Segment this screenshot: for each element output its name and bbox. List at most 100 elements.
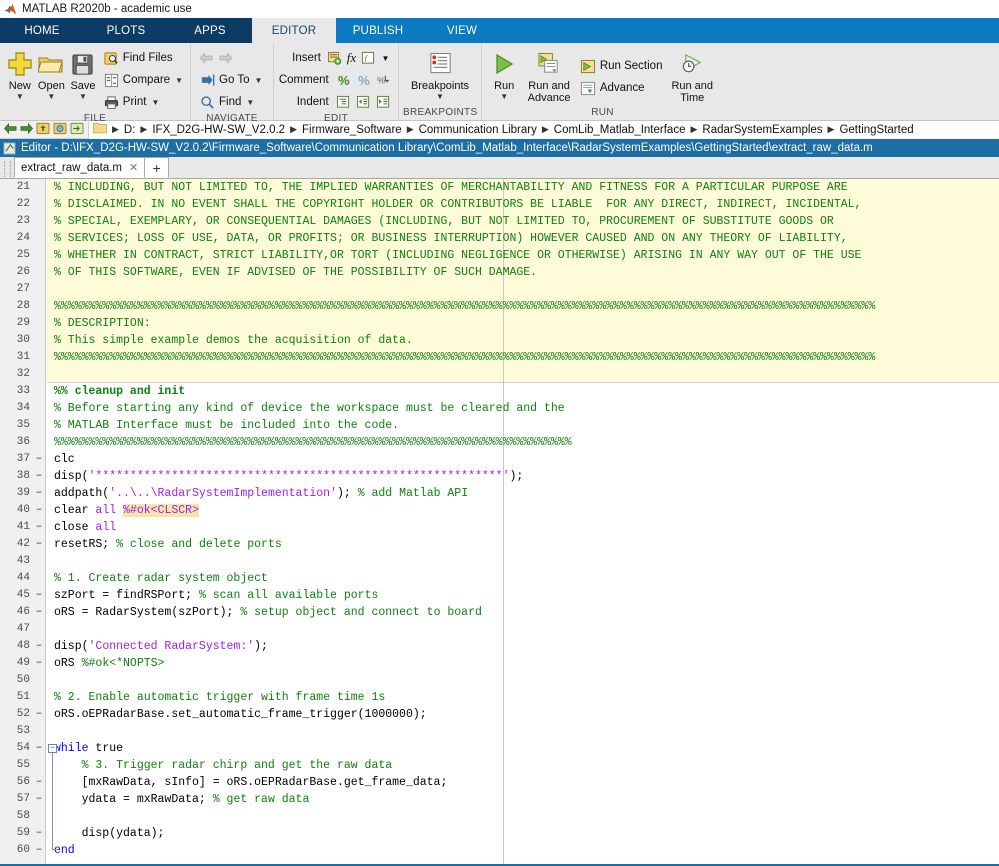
code-line[interactable]: 22 % DISCLAIMED. IN NO EVENT SHALL THE CO… (0, 196, 999, 213)
save-button[interactable]: Save ▼ (67, 46, 99, 101)
tab-publish[interactable]: PUBLISH (336, 18, 420, 43)
close-icon[interactable]: ✕ (129, 161, 138, 174)
code-line[interactable]: 53 (0, 723, 999, 740)
code-lines-container[interactable]: 21 % INCLUDING, BUT NOT LIMITED TO, THE I… (0, 179, 999, 859)
executable-line-marker[interactable]: – (32, 791, 46, 808)
tab-view[interactable]: VIEW (420, 18, 504, 43)
code-line[interactable]: 60– end (0, 842, 999, 859)
insert-dropdown-caret[interactable]: ▼ (377, 54, 394, 63)
insert-function-block-icon[interactable]: f (360, 51, 377, 65)
code-line[interactable]: 29 % DESCRIPTION: (0, 315, 999, 332)
go-to-button[interactable]: Go To ▼ (195, 69, 265, 91)
breakpoints-button[interactable]: Breakpoints ▼ (409, 46, 471, 101)
tab-editor[interactable]: EDITOR (252, 18, 336, 43)
smart-indent-icon[interactable] (334, 95, 354, 109)
breadcrumb-item-5[interactable]: RadarSystemExamples (700, 124, 824, 136)
executable-line-marker[interactable]: – (32, 468, 46, 485)
code-line[interactable]: 43 (0, 553, 999, 570)
breadcrumb-item-4[interactable]: ComLib_Matlab_Interface (552, 124, 688, 136)
breadcrumb-item-6[interactable]: GettingStarted (837, 124, 915, 136)
print-button[interactable]: Print ▼ (99, 91, 186, 113)
code-line[interactable]: 45– szPort = findRSPort; % scan all avail… (0, 587, 999, 604)
code-line[interactable]: 32 (0, 366, 999, 383)
code-line[interactable]: 21 % INCLUDING, BUT NOT LIMITED TO, THE I… (0, 179, 999, 196)
code-line[interactable]: 55 % 3. Trigger radar chirp and get the … (0, 757, 999, 774)
code-line[interactable]: 30 % This simple example demos the acquis… (0, 332, 999, 349)
code-line[interactable]: 35 % MATLAB Interface must be included in… (0, 417, 999, 434)
code-line[interactable]: 50 (0, 672, 999, 689)
code-line[interactable]: 24 % SERVICES; LOSS OF USE, DATA, OR PROF… (0, 230, 999, 247)
open-button[interactable]: Open ▼ (36, 46, 68, 101)
code-line[interactable]: 46– oRS = RadarSystem(szPort); % setup ob… (0, 604, 999, 621)
executable-line-marker[interactable]: – (32, 604, 46, 621)
breakpoints-dropdown-caret[interactable]: ▼ (436, 92, 444, 101)
run-and-advance-button[interactable]: Run and Advance (522, 46, 576, 104)
run-button[interactable]: Run ▼ (486, 46, 522, 101)
executable-line-marker[interactable]: – (32, 655, 46, 672)
code-line[interactable]: 41– close all (0, 519, 999, 536)
executable-line-marker[interactable]: – (32, 774, 46, 791)
executable-line-marker[interactable]: – (32, 502, 46, 519)
tab-drag-grip[interactable] (4, 161, 11, 177)
code-line[interactable]: 49– oRS %#ok<*NOPTS> (0, 655, 999, 672)
code-line[interactable]: 34 % Before starting any kind of device t… (0, 400, 999, 417)
executable-line-marker[interactable]: – (32, 485, 46, 502)
find-dropdown-caret[interactable]: ▼ (246, 98, 254, 107)
new-tab-button[interactable]: + (145, 157, 170, 178)
code-line[interactable]: 26 % OF THIS SOFTWARE, EVEN IF ADVISED OF… (0, 264, 999, 281)
code-line[interactable]: 51 % 2. Enable automatic trigger with fra… (0, 689, 999, 706)
code-line[interactable]: 54– while true (0, 740, 999, 757)
code-line[interactable]: 48– disp('Connected RadarSystem:'); (0, 638, 999, 655)
executable-line-marker[interactable]: – (32, 638, 46, 655)
tab-plots[interactable]: PLOTS (84, 18, 168, 43)
run-dropdown-caret[interactable]: ▼ (500, 92, 508, 101)
code-fold-toggle-icon[interactable]: − (48, 744, 57, 753)
code-line[interactable]: 36%%%%%%%%%%%%%%%%%%%%%%%%%%%%%%%%%%%%%%… (0, 434, 999, 451)
insert-section-icon[interactable] (326, 51, 343, 65)
code-line[interactable]: 33 %% cleanup and init (0, 383, 999, 400)
compare-dropdown-caret[interactable]: ▼ (175, 76, 183, 85)
doctab-extract-raw-data[interactable]: extract_raw_data.m ✕ (14, 157, 146, 178)
go-to-dropdown-caret[interactable]: ▼ (254, 76, 262, 85)
executable-line-marker[interactable]: – (32, 587, 46, 604)
save-dropdown-caret[interactable]: ▼ (79, 92, 87, 101)
executable-line-marker[interactable]: – (32, 519, 46, 536)
executable-line-marker[interactable]: – (32, 536, 46, 553)
code-line[interactable]: 28%%%%%%%%%%%%%%%%%%%%%%%%%%%%%%%%%%%%%%… (0, 298, 999, 315)
wrap-comment-icon[interactable]: % (374, 73, 394, 87)
print-dropdown-caret[interactable]: ▼ (151, 98, 159, 107)
find-files-button[interactable]: Find Files (99, 47, 186, 69)
code-line[interactable]: 40– clear all %#ok<CLSCR> (0, 502, 999, 519)
executable-line-marker[interactable]: – (32, 451, 46, 468)
new-dropdown-caret[interactable]: ▼ (16, 92, 24, 101)
back-arrow-icon[interactable] (197, 52, 216, 64)
executable-line-marker[interactable]: – (32, 706, 46, 723)
find-button[interactable]: Find ▼ (195, 91, 265, 113)
run-section-button[interactable]: Run Section (576, 55, 666, 77)
executable-line-marker[interactable]: – (32, 825, 46, 842)
code-line[interactable]: 56– [mxRawData, sInfo] = oRS.oEPRadarBas… (0, 774, 999, 791)
comment-percent-icon[interactable]: % (334, 73, 354, 88)
code-line[interactable]: 59– disp(ydata); (0, 825, 999, 842)
tab-apps[interactable]: APPS (168, 18, 252, 43)
increase-indent-icon[interactable] (354, 95, 374, 109)
run-and-time-button[interactable]: Run and Time (665, 46, 719, 104)
breadcrumb-item-3[interactable]: Communication Library (417, 124, 539, 136)
tab-home[interactable]: HOME (0, 18, 84, 43)
code-line[interactable]: 27 (0, 281, 999, 298)
code-line[interactable]: 37– clc (0, 451, 999, 468)
code-line[interactable]: 23 % SPECIAL, EXEMPLARY, OR CONSEQUENTIAL… (0, 213, 999, 230)
insert-function-icon[interactable]: fx (343, 50, 360, 66)
code-line[interactable]: 31%%%%%%%%%%%%%%%%%%%%%%%%%%%%%%%%%%%%%%… (0, 349, 999, 366)
code-line[interactable]: 44 % 1. Create radar system object (0, 570, 999, 587)
code-line[interactable]: 39– addpath('..\..\RadarSystemImplementat… (0, 485, 999, 502)
executable-line-marker[interactable]: – (32, 740, 46, 757)
code-line[interactable]: 52– oRS.oEPRadarBase.set_automatic_frame_… (0, 706, 999, 723)
uncomment-icon[interactable]: % (354, 73, 374, 88)
forward-arrow-icon[interactable] (216, 52, 235, 64)
advance-button[interactable]: Advance (576, 77, 666, 99)
code-line[interactable]: 58 (0, 808, 999, 825)
code-line[interactable]: 25 % WHETHER IN CONTRACT, STRICT LIABILIT… (0, 247, 999, 264)
code-editor[interactable]: 21 % INCLUDING, BUT NOT LIMITED TO, THE I… (0, 179, 999, 865)
compare-button[interactable]: Compare ▼ (99, 69, 186, 91)
